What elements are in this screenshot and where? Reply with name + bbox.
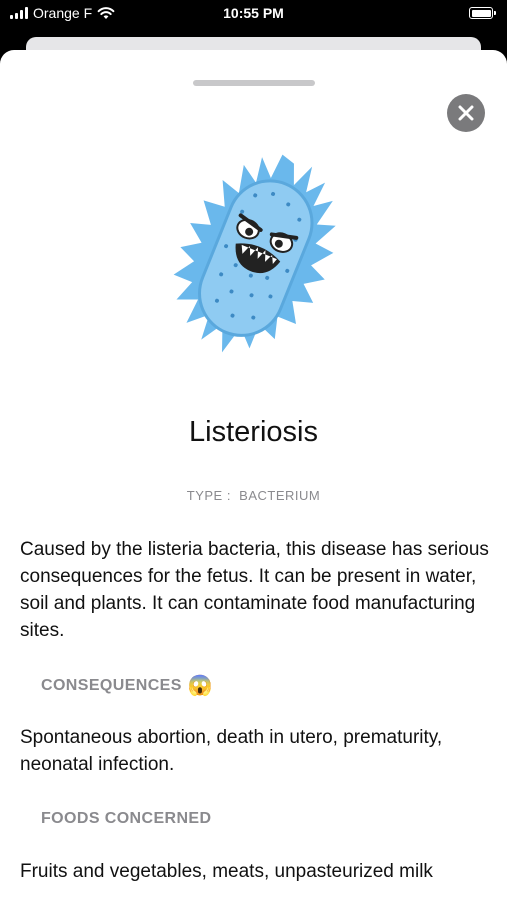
- disease-type: TYPE : BACTERIUM: [0, 488, 507, 503]
- modal-sheet: Listeriosis TYPE : BACTERIUM Caused by t…: [0, 50, 507, 900]
- clock: 10:55 PM: [223, 5, 284, 21]
- foods-concerned-heading-label: FOODS CONCERNED: [41, 810, 212, 827]
- sheet-grabber-handle[interactable]: [193, 80, 315, 86]
- type-label: TYPE :: [186, 488, 231, 503]
- type-value: BACTERIUM: [239, 488, 321, 503]
- consequences-heading-label: CONSEQUENCES: [41, 676, 182, 694]
- consequences-text: Spontaneous abortion, death in utero, pr…: [20, 727, 443, 775]
- disease-description: Caused by the listeria bacteria, this di…: [20, 539, 489, 641]
- battery-level: [471, 9, 491, 17]
- foods-concerned-text: Fruits and vegetables, meats, unpasteuri…: [20, 861, 433, 882]
- close-icon: [458, 105, 474, 121]
- status-bar: Orange F 10:55 PM: [0, 0, 507, 34]
- screaming-face-emoji-icon: 😱: [187, 675, 214, 697]
- bacterium-illustration: [165, 148, 345, 373]
- consequences-heading: CONSEQUENCES 😱: [41, 673, 213, 698]
- disease-title: Listeriosis: [189, 416, 318, 448]
- close-button[interactable]: [447, 94, 485, 132]
- foods-concerned-heading: FOODS CONCERNED: [41, 810, 211, 828]
- battery-icon: [469, 7, 496, 19]
